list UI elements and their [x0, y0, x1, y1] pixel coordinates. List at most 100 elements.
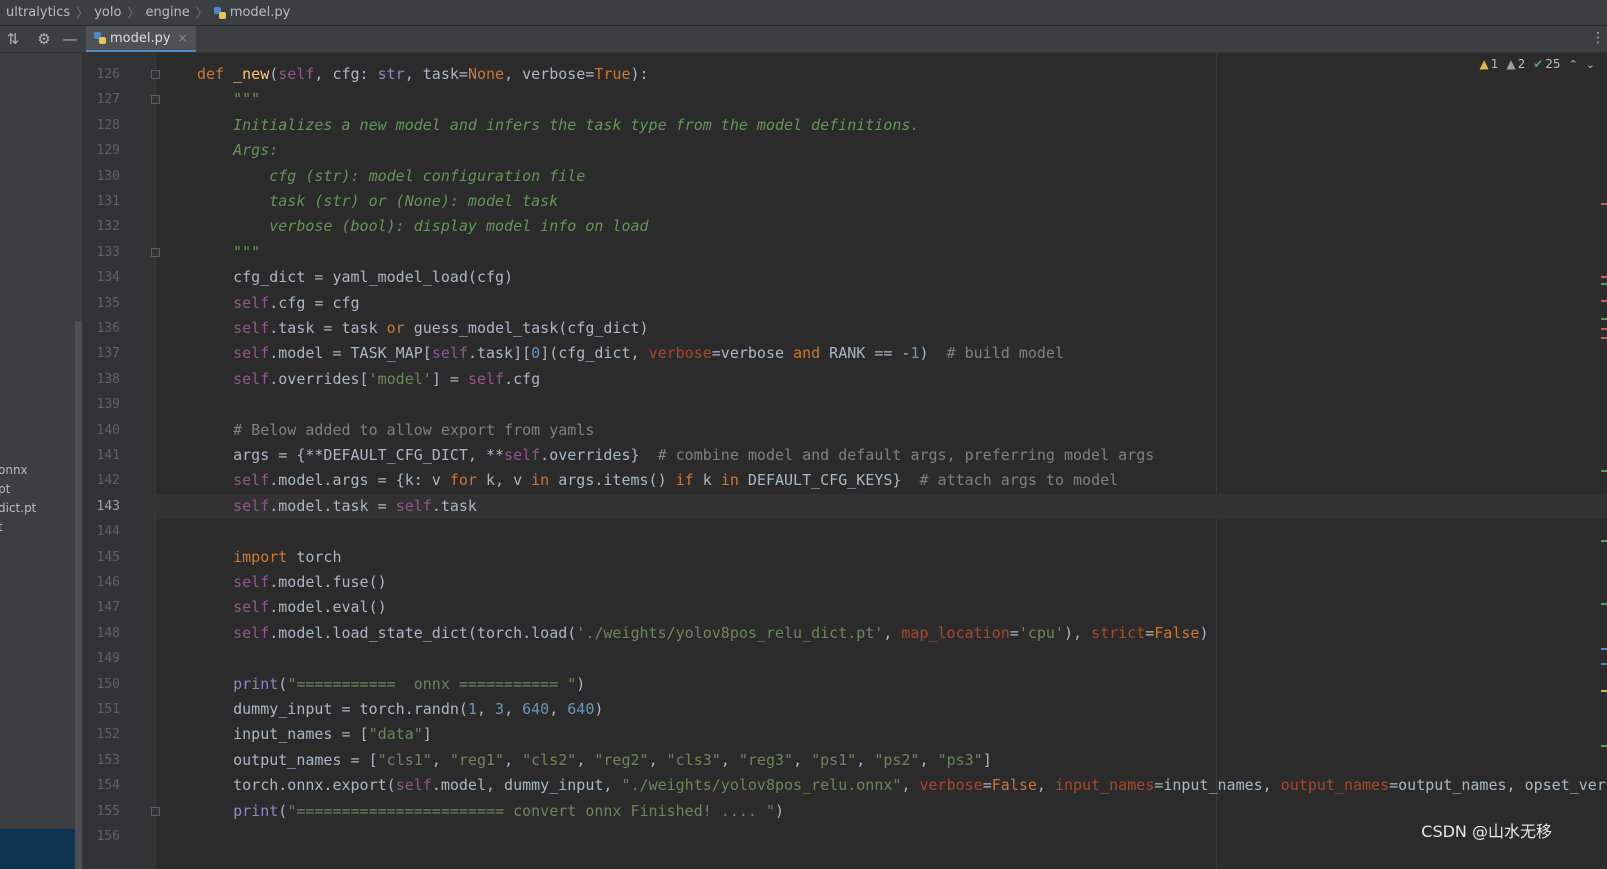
line-number[interactable]: 138 [82, 367, 120, 392]
stripe-mark[interactable] [1601, 540, 1607, 542]
line-number[interactable]: 142 [82, 468, 120, 493]
more-vertical-icon[interactable]: ⋮ [1591, 30, 1605, 46]
stripe-mark[interactable] [1601, 648, 1607, 650]
line-number[interactable]: 150 [82, 672, 120, 697]
line-number[interactable]: 147 [82, 595, 120, 620]
line-number[interactable]: 127 [82, 87, 120, 112]
line-number[interactable]: 126 [82, 62, 120, 87]
line-number-gutter[interactable]: 126 127 128 129 130 131 132 133 134 135 136 137 138 1… [82, 53, 160, 869]
stripe-mark[interactable] [1601, 203, 1607, 205]
line-number[interactable]: 133 [82, 240, 120, 265]
project-file-item[interactable]: onnx [0, 463, 28, 477]
code-line[interactable]: self.model.load_state_dict(torch.load('.… [197, 621, 1208, 646]
code-line[interactable]: """ [197, 240, 260, 265]
line-number[interactable]: 151 [82, 697, 120, 722]
line-number[interactable]: 154 [82, 773, 120, 798]
code-line[interactable]: dummy_input = torch.randn(1, 3, 640, 640… [197, 697, 603, 722]
next-highlight-icon[interactable]: ⌄ [1586, 58, 1595, 71]
code-line[interactable]: self.model.args = {k: v for k, v in args… [197, 468, 1118, 493]
line-number[interactable]: 135 [82, 291, 120, 316]
line-number[interactable]: 132 [82, 214, 120, 239]
project-file-item[interactable]: dict.pt [0, 501, 36, 515]
line-number[interactable]: 152 [82, 722, 120, 747]
code-editor[interactable]: def _new(self, cfg: str, task=None, verb… [156, 53, 1607, 869]
line-number[interactable]: 148 [82, 621, 120, 646]
code-line[interactable]: args = {**DEFAULT_CFG_DICT, **self.overr… [197, 443, 1154, 468]
code-line[interactable]: Initializes a new model and infers the t… [197, 113, 919, 138]
code-line[interactable]: self.model = TASK_MAP[self.task][0](cfg_… [197, 341, 1064, 366]
line-number[interactable]: 140 [82, 418, 120, 443]
code-line[interactable]: def _new(self, cfg: str, task=None, verb… [197, 62, 649, 87]
line-number[interactable]: 146 [82, 570, 120, 595]
code-line[interactable]: print("=========== onnx =========== ") [197, 672, 585, 697]
line-number[interactable]: 145 [82, 545, 120, 570]
stripe-mark[interactable] [1601, 663, 1607, 665]
line-number[interactable]: 129 [82, 138, 120, 163]
code-line[interactable]: self.task = task or guess_model_task(cfg… [197, 316, 648, 341]
code-line[interactable]: print("======================= convert o… [197, 799, 784, 824]
code-line[interactable]: cfg (str): model configuration file [197, 164, 585, 189]
line-number[interactable]: 155 [82, 799, 120, 824]
line-number[interactable]: 144 [82, 519, 120, 544]
close-icon[interactable]: × [178, 31, 188, 45]
line-number[interactable]: 128 [82, 113, 120, 138]
line-number[interactable]: 130 [82, 164, 120, 189]
code-line[interactable]: self.model.task = self.task [197, 494, 477, 519]
stripe-mark[interactable] [1601, 690, 1607, 692]
code-line[interactable]: import torch [197, 545, 341, 570]
breadcrumb-item-ultralytics[interactable]: ultralytics [6, 5, 70, 20]
code-line[interactable]: self.cfg = cfg [197, 291, 359, 316]
stripe-mark[interactable] [1601, 337, 1607, 339]
project-file-item[interactable]: pt [0, 482, 10, 496]
warnings-count[interactable]: ▲ 1 [1479, 57, 1498, 71]
stripe-mark[interactable] [1601, 318, 1607, 320]
code-line[interactable]: torch.onnx.export(self.model, dummy_inpu… [197, 773, 1606, 798]
editor-tab-bar: ⇅ ⚙ — model.py × ⋮ [0, 26, 1607, 53]
stripe-mark[interactable] [1601, 328, 1607, 330]
line-number[interactable]: 141 [82, 443, 120, 468]
code-line[interactable]: self.model.fuse() [197, 570, 387, 595]
code-line[interactable]: self.model.eval() [197, 595, 387, 620]
breadcrumb-item-engine[interactable]: engine [145, 5, 189, 20]
code-line[interactable]: output_names = ["cls1", "reg1", "cls2", … [197, 748, 992, 773]
ok-count[interactable]: ✔ 25 [1533, 57, 1560, 71]
previous-highlight-icon[interactable]: ⌃ [1569, 58, 1578, 71]
tab-model-py[interactable]: model.py × [86, 26, 196, 52]
breadcrumb-item-yolo[interactable]: yolo [94, 5, 121, 20]
code-line[interactable]: Args: [197, 138, 278, 163]
stripe-mark[interactable] [1601, 470, 1607, 472]
right-margin-guide [1216, 53, 1217, 869]
breadcrumb-label: yolo [94, 5, 122, 20]
code-line[interactable]: input_names = ["data"] [197, 722, 432, 747]
project-scrollbar[interactable] [75, 321, 82, 869]
code-line[interactable]: verbose (bool): display model info on lo… [197, 214, 648, 239]
line-number[interactable]: 134 [82, 265, 120, 290]
stripe-mark[interactable] [1601, 283, 1607, 285]
line-number[interactable]: 131 [82, 189, 120, 214]
stripe-mark[interactable] [1601, 603, 1607, 605]
code-line[interactable]: # Below added to allow export from yamls [197, 418, 594, 443]
code-line[interactable]: self.overrides['model'] = self.cfg [197, 367, 540, 392]
code-line[interactable]: task (str) or (None): model task [197, 189, 558, 214]
weak-warnings-value: 2 [1517, 57, 1526, 71]
line-number[interactable]: 156 [82, 824, 120, 849]
code-line[interactable]: cfg_dict = yaml_model_load(cfg) [197, 265, 513, 290]
stripe-mark[interactable] [1601, 745, 1607, 747]
weak-warnings-count[interactable]: ▲ 2 [1506, 57, 1525, 71]
collapse-all-icon[interactable]: ⇅ [1, 26, 25, 52]
project-file-item[interactable]: t [0, 520, 3, 534]
line-number[interactable]: 139 [82, 392, 120, 417]
line-number[interactable]: 143 [82, 494, 120, 519]
code-line[interactable]: """ [197, 87, 260, 112]
stripe-mark[interactable] [1601, 276, 1607, 278]
breadcrumb-item-file[interactable]: model.py [213, 5, 290, 20]
line-number[interactable]: 137 [82, 341, 120, 366]
line-number[interactable]: 153 [82, 748, 120, 773]
line-number[interactable]: 136 [82, 316, 120, 341]
line-number[interactable]: 149 [82, 646, 120, 671]
gear-icon[interactable]: ⚙ [32, 26, 56, 52]
stripe-mark[interactable] [1601, 300, 1607, 302]
minimize-icon[interactable]: — [58, 26, 82, 52]
breadcrumb-label: ultralytics [6, 5, 71, 20]
inspection-widget[interactable]: ▲ 1 ▲ 2 ✔ 25 ⌃ ⌄ [1479, 57, 1595, 71]
